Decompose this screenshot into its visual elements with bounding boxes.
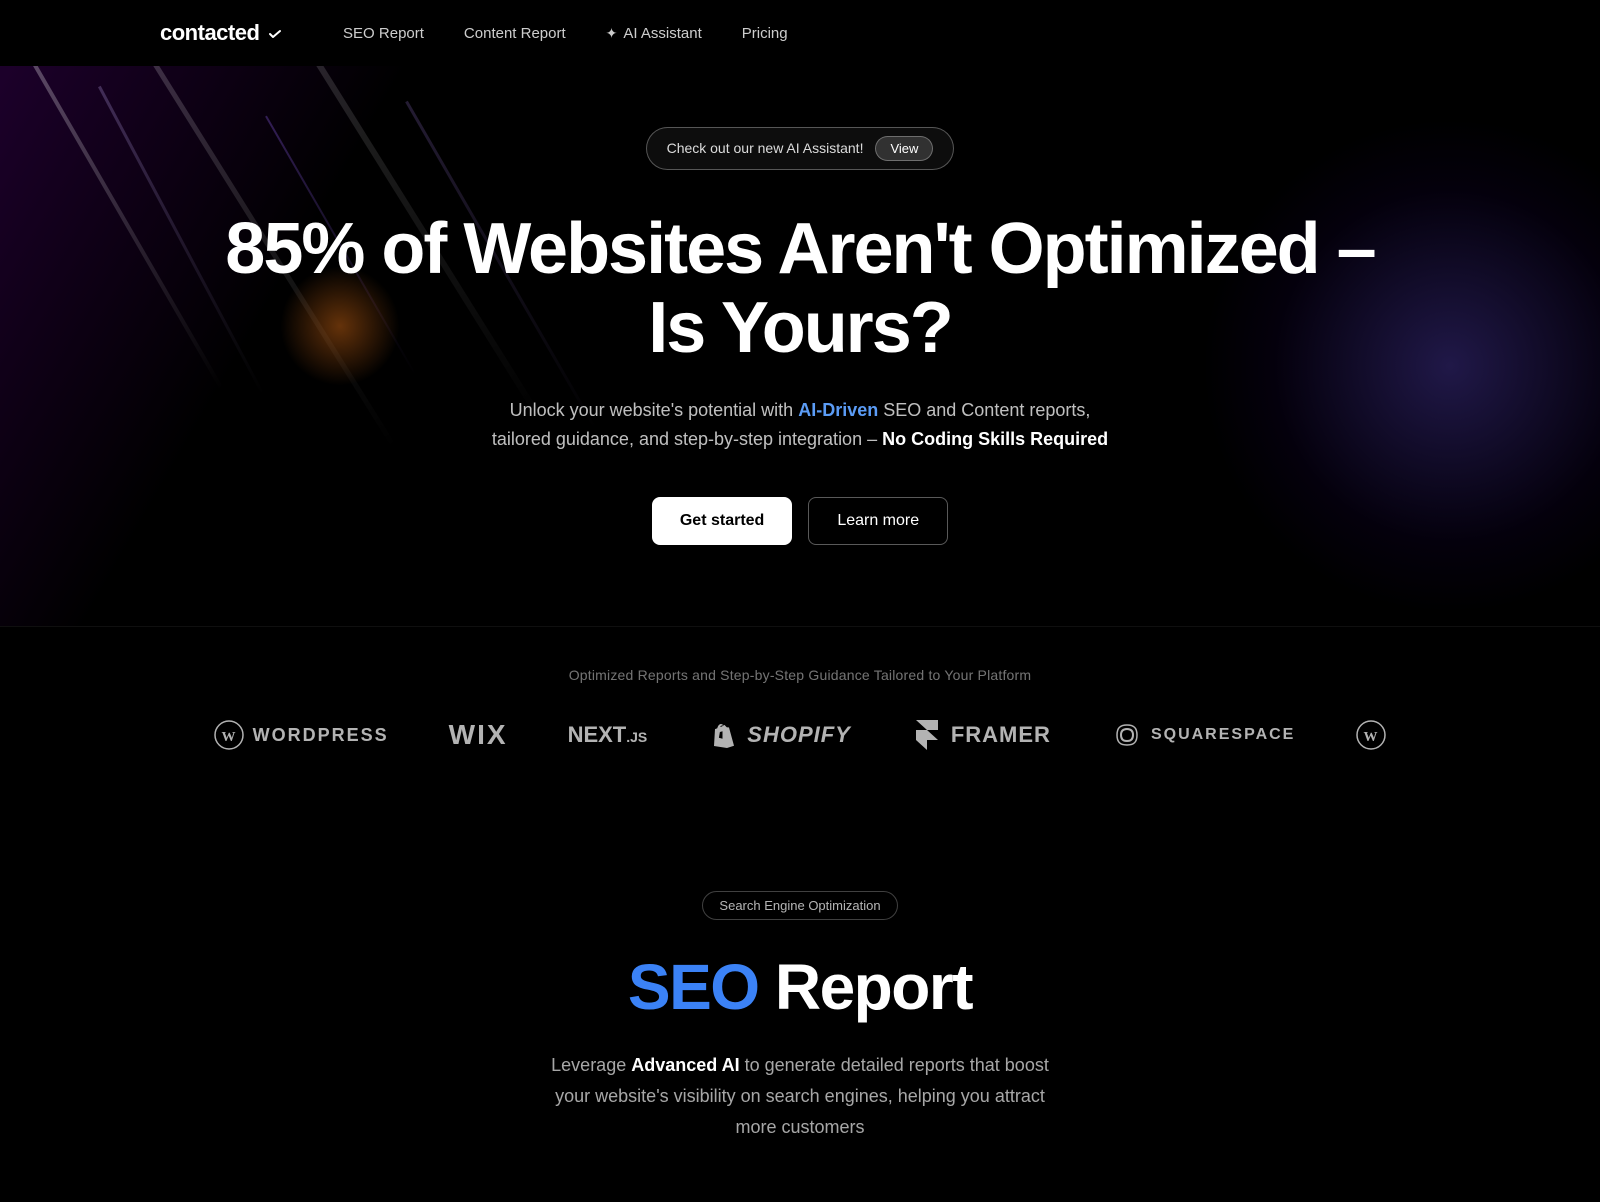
platforms-logos: W WORDPRESS WiX NEXT.JS shopify xyxy=(100,719,1500,751)
platform-shopify: shopify xyxy=(707,719,851,751)
svg-text:W: W xyxy=(1364,730,1379,745)
framer-icon xyxy=(911,719,943,751)
navigation: contacted SEO Report Content Report ✦ AI… xyxy=(0,0,1600,66)
svg-text:W: W xyxy=(221,730,236,745)
platforms-section: Optimized Reports and Step-by-Step Guida… xyxy=(0,626,1600,811)
learn-more-button[interactable]: Learn more xyxy=(808,497,948,545)
ai-assistant-icon: ✦ xyxy=(606,25,618,42)
seo-title-rest: Report xyxy=(759,951,973,1023)
platform-nextjs: NEXT.JS xyxy=(568,722,648,748)
seo-badge: Search Engine Optimization xyxy=(702,891,897,920)
squarespace-icon xyxy=(1111,719,1143,751)
platforms-label: Optimized Reports and Step-by-Step Guida… xyxy=(100,667,1500,683)
nav-seo-report[interactable]: SEO Report xyxy=(343,25,424,42)
platform-wordpress: W WORDPRESS xyxy=(213,719,389,751)
seo-section: Search Engine Optimization SEO Report Le… xyxy=(0,811,1600,1202)
ai-banner-view-button[interactable]: View xyxy=(875,136,933,161)
hero-subtitle: Unlock your website's potential with AI-… xyxy=(490,396,1110,454)
platform-wix: WiX xyxy=(449,719,508,751)
wordpress-icon: W xyxy=(213,719,245,751)
hero-content: Check out our new AI Assistant! View 85%… xyxy=(200,127,1400,546)
seo-title: SEO Report xyxy=(200,952,1400,1022)
platform-wordpress2: W xyxy=(1355,719,1387,751)
seo-title-blue: SEO xyxy=(628,951,759,1023)
hero-buttons: Get started Learn more xyxy=(200,497,1400,545)
get-started-button[interactable]: Get started xyxy=(652,497,792,545)
platform-framer: Framer xyxy=(911,719,1051,751)
shopify-icon xyxy=(707,719,739,751)
nav-content-report[interactable]: Content Report xyxy=(464,25,566,42)
hero-section: Check out our new AI Assistant! View 85%… xyxy=(0,66,1600,626)
ai-banner[interactable]: Check out our new AI Assistant! View xyxy=(646,127,955,170)
hero-title: 85% of Websites Aren't Optimized – Is Yo… xyxy=(200,210,1400,368)
ai-banner-text: Check out our new AI Assistant! xyxy=(667,140,864,156)
wordpress2-icon: W xyxy=(1355,719,1387,751)
logo[interactable]: contacted xyxy=(160,20,283,46)
platform-squarespace: SQUARESPACE xyxy=(1111,719,1295,751)
nav-ai-assistant[interactable]: ✦ AI Assistant xyxy=(606,25,702,42)
seo-description: Leverage Advanced AI to generate detaile… xyxy=(550,1050,1050,1142)
nav-pricing[interactable]: Pricing xyxy=(742,25,788,42)
